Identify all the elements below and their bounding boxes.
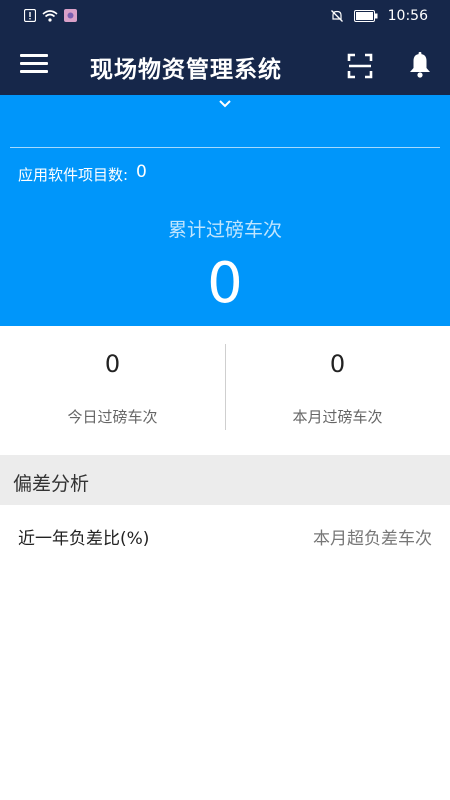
page-title: 现场物资管理系统: [90, 57, 282, 83]
app-notification-icon: [64, 9, 77, 22]
deviation-row: 近一年负差比(%) 本月超负差车次: [0, 505, 450, 565]
status-left-icons: [24, 9, 77, 22]
mute-icon: [330, 10, 343, 22]
content-area: [0, 565, 450, 800]
stats-panel: 0 今日过磅车次 0 本月过磅车次: [0, 326, 450, 455]
total-weighings-label: 累计过磅车次: [167, 219, 282, 241]
notification-button[interactable]: [406, 51, 434, 79]
month-stat: 0 本月过磅车次: [225, 326, 450, 455]
annual-negative-ratio-label: 近一年负差比(%): [18, 529, 150, 549]
wifi-icon: [42, 9, 58, 22]
scan-icon: [347, 53, 373, 79]
month-weighings-label: 本月过磅车次: [292, 408, 383, 426]
battery-icon: [353, 10, 378, 22]
alert-icon: [24, 9, 36, 22]
today-weighings-value: 0: [104, 350, 121, 378]
status-time: 10:56: [387, 8, 428, 24]
section-title: 偏差分析: [13, 473, 90, 495]
total-weighings-value: 0: [207, 251, 243, 316]
menu-button[interactable]: [20, 54, 50, 76]
menu-icon: [20, 54, 48, 57]
status-right-icons: 10:56: [330, 8, 428, 24]
divider: [10, 147, 440, 148]
deviation-section-header: 偏差分析: [0, 455, 450, 505]
summary-panel: 应用软件项目数: 0 累计过磅车次 0: [0, 95, 450, 326]
menu-icon-bar: [20, 62, 48, 65]
status-bar: 10:56: [0, 0, 450, 34]
project-count-value: 0: [136, 162, 147, 182]
chevron-down-icon[interactable]: [218, 99, 232, 109]
bell-icon: [410, 52, 430, 78]
today-stat: 0 今日过磅车次: [0, 326, 225, 455]
monthly-over-negative-label: 本月超负差车次: [313, 529, 432, 549]
app-bar: 现场物资管理系统: [0, 34, 450, 95]
project-count-label: 应用软件项目数:: [18, 166, 129, 184]
scan-button[interactable]: [347, 53, 373, 79]
menu-icon-bar: [20, 70, 48, 73]
today-weighings-label: 今日过磅车次: [67, 408, 158, 426]
month-weighings-value: 0: [329, 350, 346, 378]
